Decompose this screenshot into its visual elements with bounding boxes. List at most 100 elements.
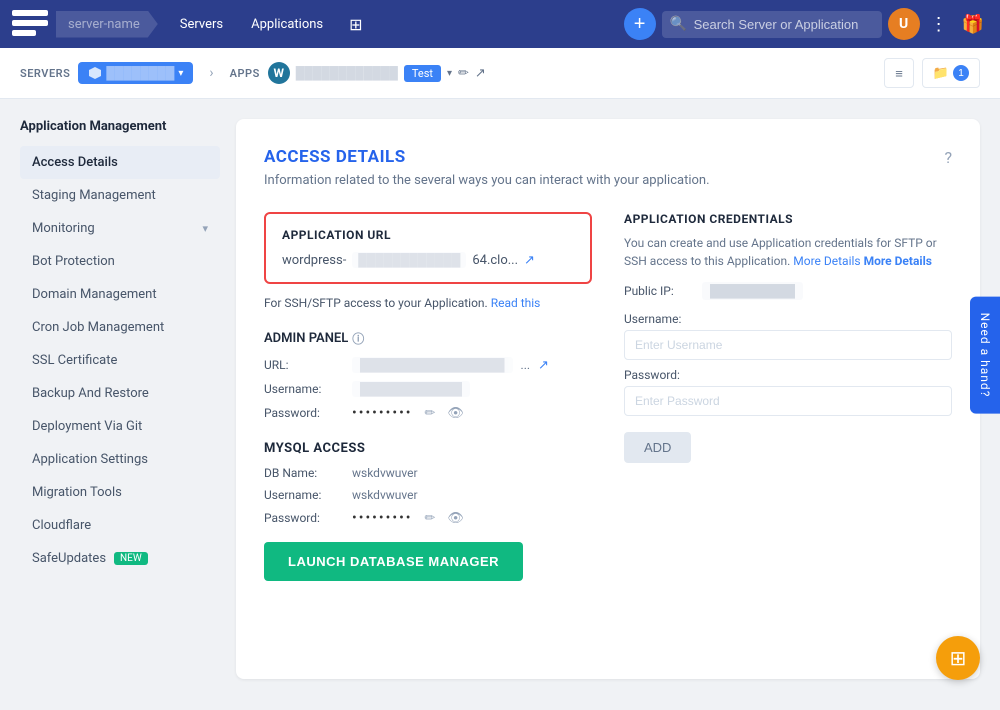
cred-username-label: Username: <box>624 312 952 326</box>
cred-password-input[interactable] <box>624 386 952 416</box>
nav-servers[interactable]: Servers <box>168 11 235 38</box>
content-area: ACCESS DETAILS ? Information related to … <box>236 119 980 679</box>
wordpress-icon: W <box>268 62 290 84</box>
list-view-icon: ≡ <box>895 66 903 81</box>
content-header: ACCESS DETAILS ? <box>264 147 952 167</box>
admin-url-external-icon[interactable]: ↗ <box>538 358 549 373</box>
sidebar-title: Application Management <box>20 119 220 134</box>
edit-icon[interactable]: ✏ <box>458 66 469 81</box>
gift-icon[interactable]: 🎁 <box>958 10 988 39</box>
sidebar-item-cron[interactable]: Cron Job Management <box>20 311 220 344</box>
mysql-section: MYSQL ACCESS DB Name: wskdvwuver Usernam… <box>264 441 592 581</box>
launch-db-manager-button[interactable]: LAUNCH DATABASE MANAGER <box>264 542 523 581</box>
more-details-bold[interactable]: More Details <box>864 254 932 268</box>
files-button[interactable]: 📁 1 <box>922 58 980 88</box>
ssh-info: For SSH/SFTP access to your Application.… <box>264 296 592 310</box>
list-view-button[interactable]: ≡ <box>884 58 914 88</box>
admin-panel-title: ADMIN PANEL ⓘ <box>264 330 592 347</box>
mysql-edit-icon[interactable]: ✏ <box>425 511 436 526</box>
app-name: ████████████ <box>296 66 398 80</box>
app-badge: W ████████████ Test ▾ ✏ ↗ <box>268 62 486 84</box>
floating-grid-icon: ⊞ <box>950 646 967 670</box>
show-password-icon[interactable]: 👁 <box>447 406 464 421</box>
sidebar: Application Management Access Details St… <box>20 119 220 679</box>
url-suffix: 64.clo... <box>472 253 518 268</box>
left-column: APPLICATION URL wordpress-████████████64… <box>264 212 592 581</box>
top-nav: server-name Servers Applications ⊞ + 🔍 U… <box>0 0 1000 48</box>
info-icon[interactable]: ⓘ <box>352 330 364 347</box>
more-details-link[interactable]: More Details <box>793 254 860 268</box>
sidebar-item-app-settings[interactable]: Application Settings <box>20 443 220 476</box>
admin-username-label: Username: <box>264 382 344 396</box>
sidebar-item-backup[interactable]: Backup And Restore <box>20 377 220 410</box>
read-this-link[interactable]: Read this <box>491 296 541 310</box>
avatar[interactable]: U <box>888 8 920 40</box>
admin-panel: ADMIN PANEL ⓘ URL: █████████████████ ...… <box>264 330 592 421</box>
mysql-username-row: Username: wskdvwuver <box>264 488 592 502</box>
cred-username-input[interactable] <box>624 330 952 360</box>
sidebar-item-safeupdates[interactable]: SafeUpdates NEW <box>20 542 220 575</box>
breadcrumb-server[interactable]: server-name <box>56 11 158 38</box>
more-options-icon[interactable]: ⋮ <box>926 10 952 39</box>
public-ip-value: ██████████ <box>702 282 803 300</box>
floating-help-button[interactable]: Need a hand? <box>970 297 1000 414</box>
servers-section: Servers ████████ ▾ <box>20 62 193 84</box>
sidebar-item-deployment[interactable]: Deployment Via Git <box>20 410 220 443</box>
credentials-box: APPLICATION CREDENTIALS You can create a… <box>624 212 952 463</box>
application-url-value: wordpress-████████████64.clo... ↗ <box>282 252 574 268</box>
apps-section: Apps W ████████████ Test ▾ ✏ ↗ <box>230 62 486 84</box>
credentials-title: APPLICATION CREDENTIALS <box>624 212 952 226</box>
mysql-password-label: Password: <box>264 511 344 525</box>
url-prefix: wordpress- <box>282 253 346 268</box>
cred-password-label: Password: <box>624 368 952 382</box>
admin-url-value: █████████████████ <box>352 357 513 373</box>
two-col-layout: APPLICATION URL wordpress-████████████64… <box>264 212 952 581</box>
right-column: APPLICATION CREDENTIALS You can create a… <box>624 212 952 581</box>
mysql-password-dots: ••••••••• <box>352 510 413 526</box>
sidebar-item-staging[interactable]: Staging Management <box>20 179 220 212</box>
add-button[interactable]: + <box>624 8 656 40</box>
mysql-dbname-label: DB Name: <box>264 466 344 480</box>
admin-password-row: Password: ••••••••• ✏ 👁 <box>264 405 592 421</box>
grid-icon[interactable]: ⊞ <box>343 9 368 40</box>
admin-password-dots: ••••••••• <box>352 405 413 421</box>
sidebar-item-monitoring[interactable]: Monitoring ▾ <box>20 212 220 245</box>
app-tag-dropdown-icon[interactable]: ▾ <box>447 68 452 79</box>
server-name: ████████ <box>106 66 174 80</box>
server-badge[interactable]: ████████ ▾ <box>78 62 193 84</box>
add-credentials-button[interactable]: ADD <box>624 432 691 463</box>
mysql-title: MYSQL ACCESS <box>264 441 592 456</box>
chevron-down-icon: ▾ <box>202 222 208 235</box>
main-layout: Application Management Access Details St… <box>0 99 1000 699</box>
mysql-password-row: Password: ••••••••• ✏ 👁 <box>264 510 592 526</box>
app-tag: Test <box>404 65 441 82</box>
sidebar-item-bot-protection[interactable]: Bot Protection <box>20 245 220 278</box>
application-url-box: APPLICATION URL wordpress-████████████64… <box>264 212 592 284</box>
admin-url-row: URL: █████████████████ ... ↗ <box>264 357 592 373</box>
mysql-show-icon[interactable]: 👁 <box>447 511 464 526</box>
nav-applications[interactable]: Applications <box>239 11 335 38</box>
credentials-description: You can create and use Application crede… <box>624 234 952 270</box>
logo[interactable] <box>12 10 48 38</box>
search-input[interactable] <box>662 11 882 38</box>
section-description: Information related to the several ways … <box>264 173 952 188</box>
server-dropdown-icon[interactable]: ▾ <box>178 68 183 79</box>
edit-password-icon[interactable]: ✏ <box>425 406 436 421</box>
sidebar-item-domain[interactable]: Domain Management <box>20 278 220 311</box>
sidebar-item-access-details[interactable]: Access Details <box>20 146 220 179</box>
sidebar-item-migration[interactable]: Migration Tools <box>20 476 220 509</box>
help-icon[interactable]: ? <box>944 148 952 167</box>
vultr-icon <box>88 66 102 80</box>
breadcrumb: server-name <box>56 11 160 38</box>
section-title: ACCESS DETAILS <box>264 147 406 167</box>
sidebar-item-cloudflare[interactable]: Cloudflare <box>20 509 220 542</box>
url-external-link-icon[interactable]: ↗ <box>524 253 535 268</box>
floating-action-button[interactable]: ⊞ <box>936 636 980 680</box>
files-badge: 1 <box>953 65 969 81</box>
new-badge: NEW <box>114 552 148 565</box>
mysql-dbname-value: wskdvwuver <box>352 466 418 480</box>
sidebar-item-ssl[interactable]: SSL Certificate <box>20 344 220 377</box>
mysql-dbname-row: DB Name: wskdvwuver <box>264 466 592 480</box>
external-link-icon[interactable]: ↗ <box>475 66 486 81</box>
servers-label: Servers <box>20 67 70 80</box>
